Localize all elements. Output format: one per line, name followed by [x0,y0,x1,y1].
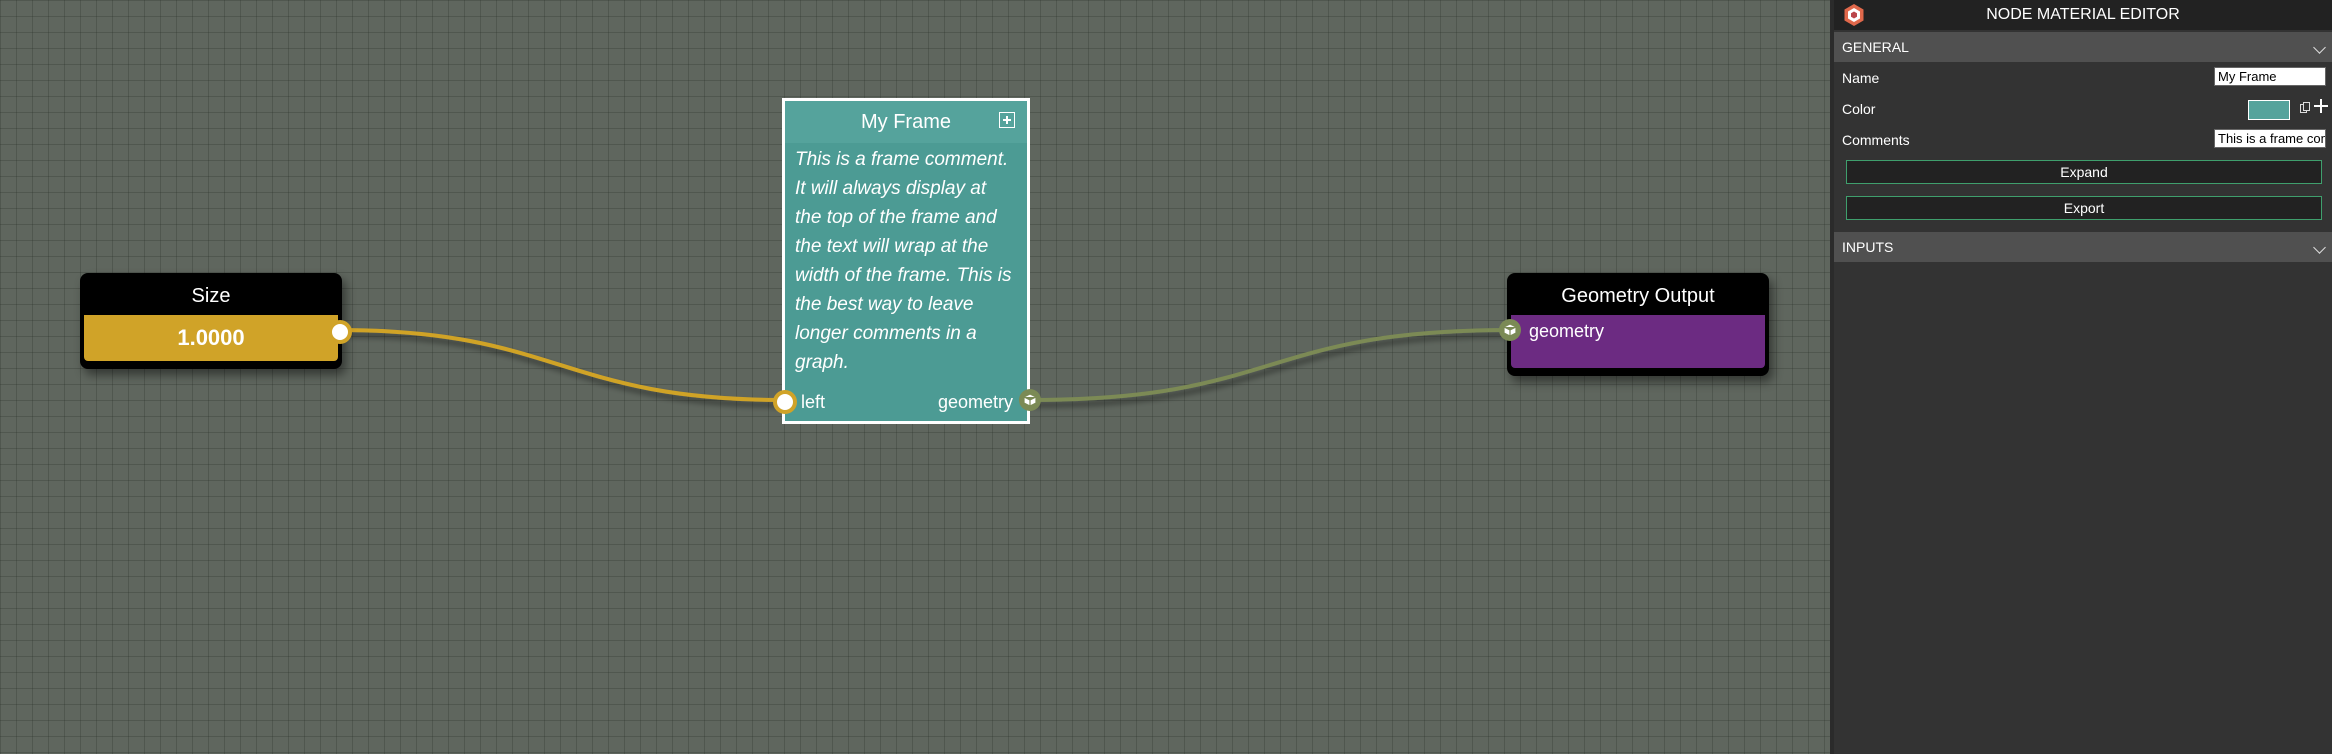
geometry-input-label: geometry [1529,321,1605,341]
inputs-section-label: INPUTS [1842,239,1894,255]
frame-comment: This is a frame comment. It will always … [795,149,1012,373]
size-node-title: Size [191,285,231,307]
size-node-value[interactable]: 1.0000 [84,315,338,361]
panel-header: NODE MATERIAL EDITOR [1834,0,2332,30]
frame-expand-icon[interactable] [999,112,1015,128]
chevron-down-icon[interactable] [2313,241,2326,254]
copy-icon[interactable] [2300,102,2310,114]
geometry-input-port[interactable] [1499,319,1521,341]
frame-title-bar[interactable]: My Frame [785,101,1027,143]
frame-input-port[interactable] [773,390,797,414]
expand-button[interactable]: Expand [1846,160,2322,184]
comments-property-row: Comments This is a frame comment. It wil… [1834,124,2332,155]
general-section-header[interactable]: GENERAL [1834,32,2332,62]
cube-icon [1023,393,1037,407]
frame-output-port[interactable] [1019,389,1041,411]
frame-input-label: left [801,392,826,412]
geometry-output-node[interactable]: Geometry Output geometry [1507,273,1769,376]
inputs-section-header[interactable]: INPUTS [1834,232,2332,262]
name-label: Name [1842,70,1880,86]
plus-icon[interactable] [2314,99,2328,113]
panel-title: NODE MATERIAL EDITOR [1986,6,2180,23]
chevron-down-icon[interactable] [2313,41,2326,54]
frame-node[interactable]: My Frame This is a frame comment. It wil… [782,98,1030,424]
property-panel: NODE MATERIAL EDITOR GENERAL Name My Fra… [1830,0,2332,754]
link-frame-to-geometry-output[interactable] [1029,328,1511,402]
cube-icon [1503,323,1517,337]
color-property-row: Color [1834,93,2332,124]
frame-output-label: geometry [937,392,1013,412]
frame-title: My Frame [861,111,951,133]
size-output-port[interactable] [328,320,352,344]
graph-canvas[interactable]: Size 1.0000 My Frame This is a frame com… [0,0,1830,754]
comments-input[interactable]: This is a frame comment. It will always … [2214,129,2326,148]
name-input[interactable]: My Frame [2214,67,2326,86]
link-size-to-frame[interactable] [337,328,786,402]
name-property-row: Name My Frame [1834,62,2332,93]
color-label: Color [1842,101,1876,117]
geometry-output-body: geometry [1511,315,1765,368]
general-section-label: GENERAL [1842,39,1909,55]
babylon-logo-icon [1844,4,1864,26]
export-button[interactable]: Export [1846,196,2322,220]
size-node[interactable]: Size 1.0000 [80,273,342,369]
comments-label: Comments [1842,132,1910,148]
geometry-output-title: Geometry Output [1561,285,1715,307]
color-swatch[interactable] [2248,100,2290,120]
